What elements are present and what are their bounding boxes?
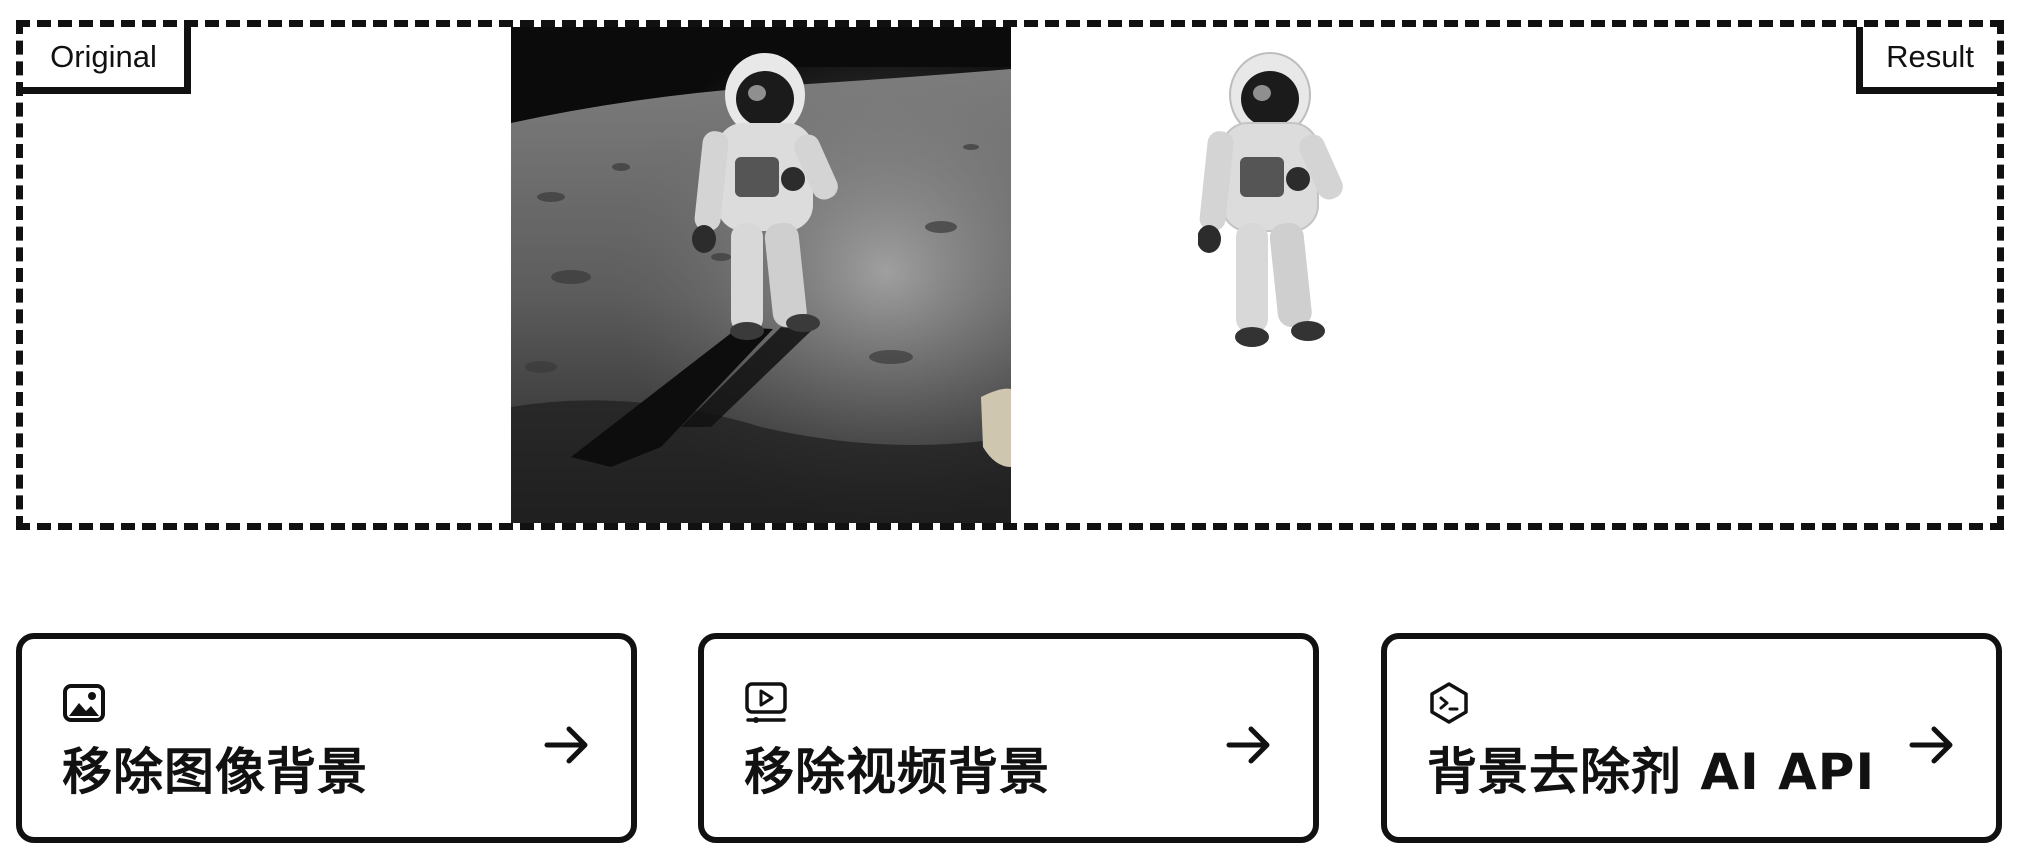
card-title: 移除视频背景 [744, 743, 1050, 801]
arrow-right-icon [1909, 726, 1953, 764]
card-title: 背景去除剂 AI API [1427, 743, 1876, 801]
image-icon [63, 684, 105, 722]
remove-video-background-card[interactable]: 移除视频背景 [698, 633, 1319, 843]
result-astronaut-cutout [1198, 52, 1343, 347]
result-label: Result [1856, 27, 1997, 94]
arrow-right-icon [1226, 726, 1270, 764]
terminal-hexagon-icon [1430, 682, 1468, 724]
comparison-frame: Original Result [16, 20, 2004, 530]
original-label: Original [23, 27, 191, 94]
card-title: 移除图像背景 [62, 743, 368, 801]
background-remover-api-card[interactable]: 背景去除剂 AI API [1381, 633, 2002, 843]
video-play-icon [745, 682, 787, 723]
original-astronaut-photo [511, 27, 1011, 523]
remove-image-background-card[interactable]: 移除图像背景 [16, 633, 637, 843]
arrow-right-icon [544, 726, 588, 764]
